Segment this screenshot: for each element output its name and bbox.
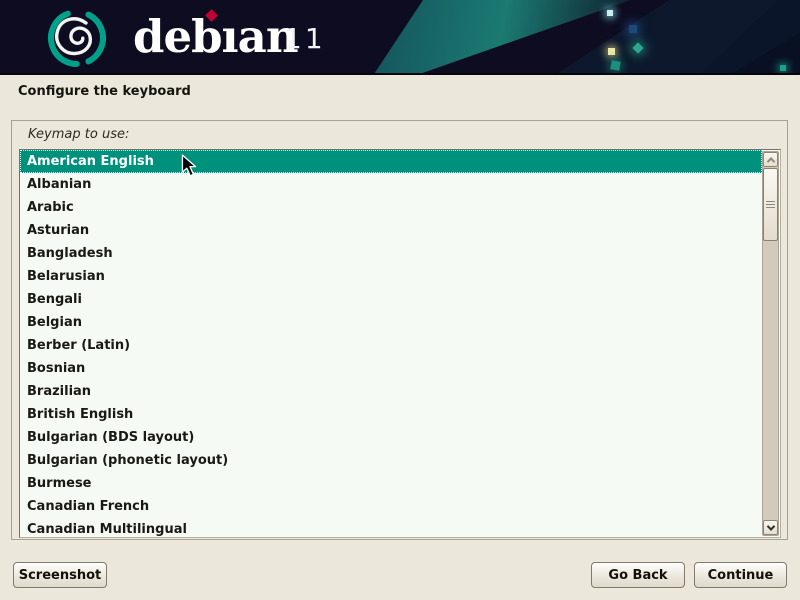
decorative-square <box>607 10 613 16</box>
decorative-square <box>629 25 637 33</box>
list-item[interactable]: Berber (Latin) <box>20 334 762 357</box>
screenshot-button[interactable]: Screenshot <box>13 562 107 588</box>
decorative-square <box>608 48 615 55</box>
list-item[interactable]: Arabic <box>20 196 762 219</box>
grip-lines-icon <box>766 201 775 209</box>
list-item[interactable]: Bosnian <box>20 357 762 380</box>
keymap-label: Keymap to use: <box>28 127 129 142</box>
header-banner: debıan 11 <box>0 0 800 75</box>
list-item[interactable]: Canadian Multilingual <box>20 518 762 537</box>
list-item[interactable]: American English <box>20 150 762 173</box>
keymap-listbox[interactable]: American English Albanian Arabic Asturia… <box>19 149 781 538</box>
go-back-button[interactable]: Go Back <box>591 562 685 588</box>
keymap-list[interactable]: American English Albanian Arabic Asturia… <box>20 150 762 537</box>
scroll-down-button[interactable] <box>763 520 778 535</box>
chevron-down-icon <box>766 522 774 530</box>
chevron-up-icon <box>766 157 774 165</box>
continue-button[interactable]: Continue <box>694 562 787 588</box>
list-item[interactable]: Bulgarian (BDS layout) <box>20 426 762 449</box>
list-item[interactable]: Asturian <box>20 219 762 242</box>
list-item[interactable]: Bengali <box>20 288 762 311</box>
decorative-square <box>780 65 786 71</box>
scrollbar[interactable] <box>762 151 779 536</box>
page-title: Configure the keyboard <box>18 84 191 99</box>
scroll-up-button[interactable] <box>763 152 778 167</box>
list-item[interactable]: Bangladesh <box>20 242 762 265</box>
list-item[interactable]: Belarusian <box>20 265 762 288</box>
list-item[interactable]: British English <box>20 403 762 426</box>
list-item[interactable]: Canadian French <box>20 495 762 518</box>
scrollbar-thumb[interactable] <box>763 168 778 241</box>
list-item[interactable]: Belgian <box>20 311 762 334</box>
decorative-square <box>610 60 620 70</box>
installer-window: debıan 11 Configure the keyboard Keymap … <box>0 0 800 600</box>
version-number: 11 <box>284 22 326 55</box>
list-item[interactable]: Bulgarian (phonetic layout) <box>20 449 762 472</box>
keymap-frame: Keymap to use: American English Albanian… <box>11 120 788 540</box>
debian-swirl-icon <box>42 2 112 72</box>
list-item[interactable]: Burmese <box>20 472 762 495</box>
list-item[interactable]: Albanian <box>20 173 762 196</box>
list-item[interactable]: Brazilian <box>20 380 762 403</box>
